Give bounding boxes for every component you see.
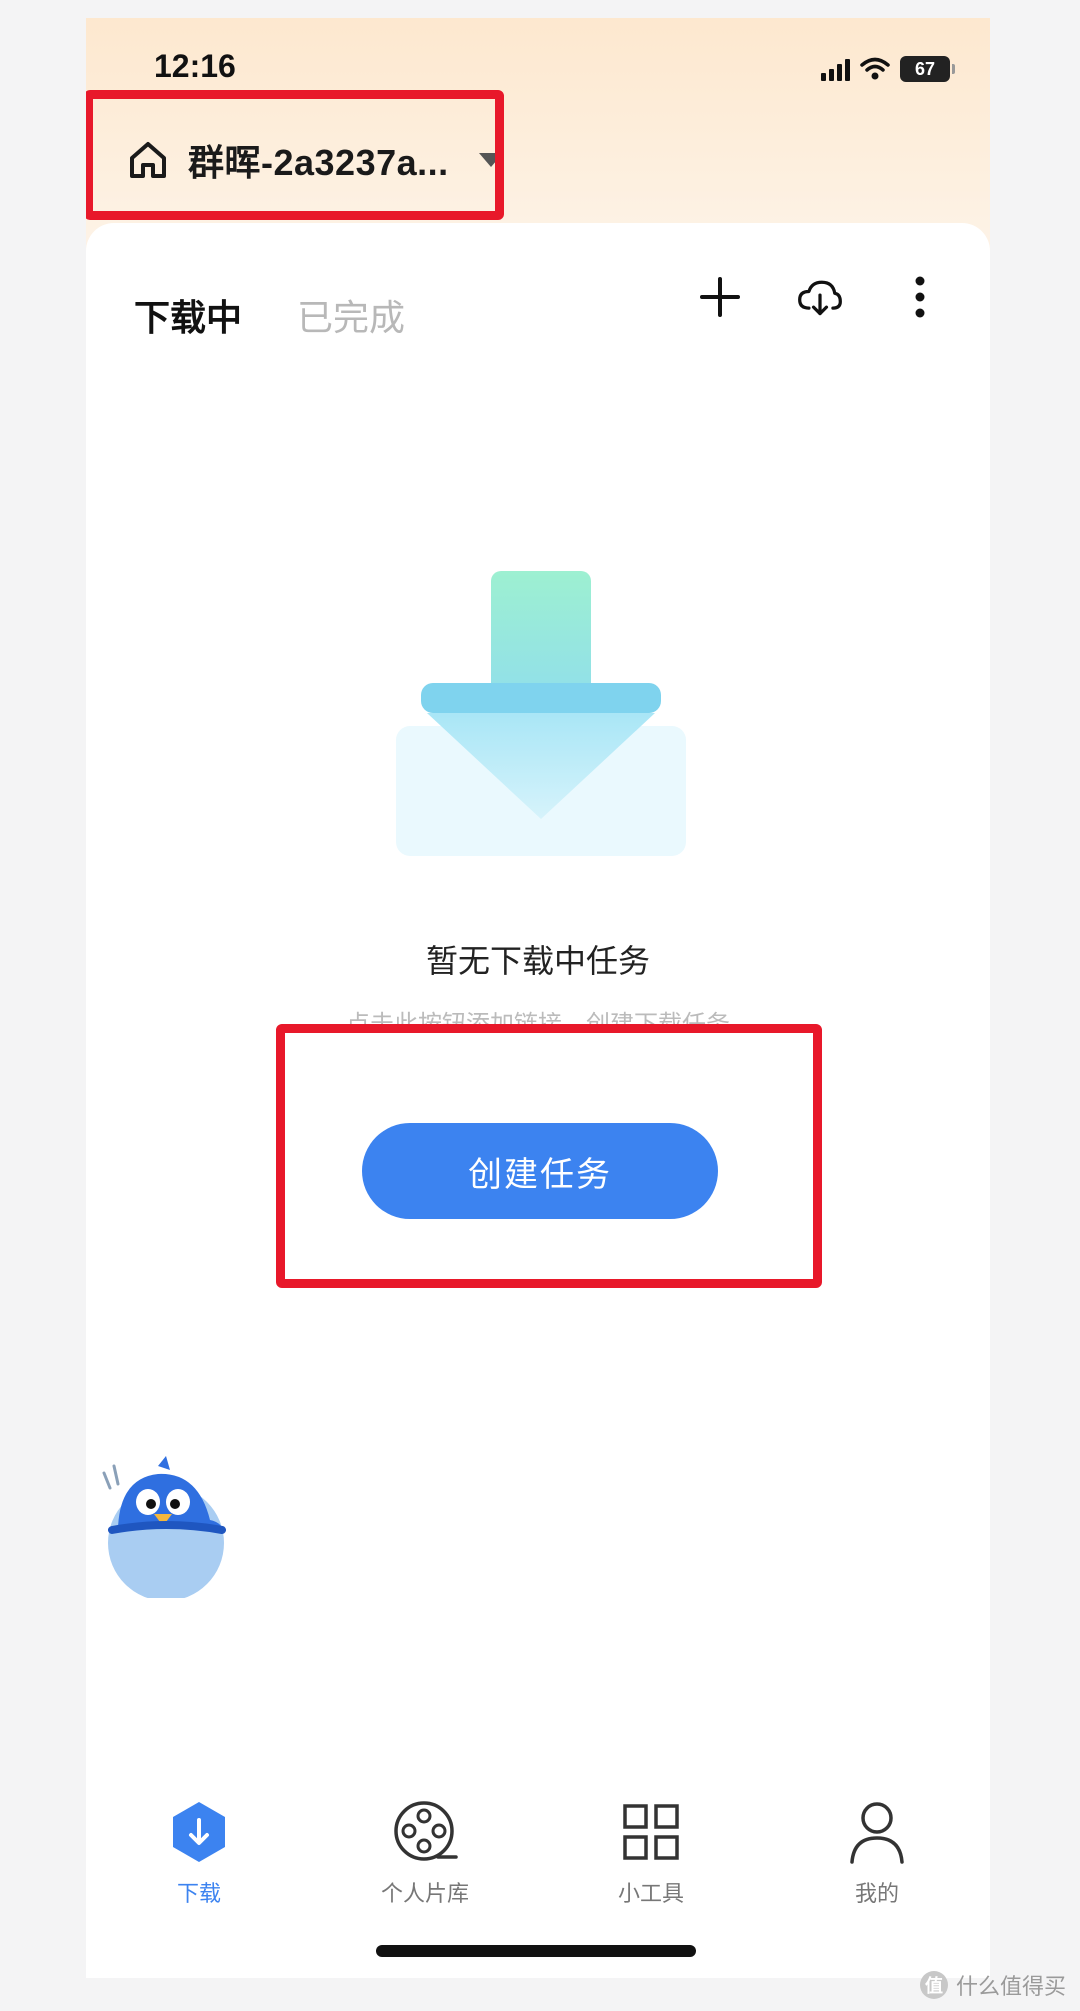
watermark-text: 什么值得买	[955, 1975, 1066, 2000]
status-icons: 67	[821, 56, 955, 82]
nav-item-library[interactable]: 个人片库	[325, 1798, 525, 1908]
cloud-download-icon	[798, 280, 842, 316]
wifi-icon	[860, 57, 890, 80]
toolbar	[696, 273, 944, 321]
nav-label-tools: 小工具	[617, 1882, 684, 1907]
nav-label-me: 我的	[854, 1882, 899, 1907]
bird-mascot-icon[interactable]	[96, 1448, 236, 1598]
bottom-navigation: 下载 个人片库 小工具 我的	[86, 1798, 990, 1938]
person-icon	[843, 1798, 911, 1866]
watermark: 值 什么值得买	[919, 1969, 1066, 2001]
annotation-highlight-device	[86, 90, 504, 220]
empty-state-hint: 点击此按钮添加链接，创建下载任务	[346, 1010, 730, 1025]
status-time: 12:16	[154, 48, 236, 84]
nav-item-tools[interactable]: 小工具	[551, 1798, 751, 1908]
nav-item-me[interactable]: 我的	[777, 1798, 977, 1908]
more-vertical-icon	[915, 276, 925, 318]
tab-completed[interactable]: 已完成	[297, 289, 405, 341]
film-reel-icon	[391, 1798, 459, 1866]
annotation-highlight-create	[276, 1024, 822, 1288]
nav-label-download: 下载	[176, 1882, 221, 1907]
nav-item-download[interactable]: 下载	[99, 1798, 299, 1908]
plus-icon	[700, 277, 740, 317]
watermark-logo: 值	[919, 1971, 948, 1999]
nav-label-library: 个人片库	[380, 1882, 469, 1907]
more-options-button[interactable]	[896, 273, 944, 321]
phone-screen: 12:16 67 群晖-2a3237a... 下载中 已完成 暂无下载中任务 点…	[86, 18, 990, 1978]
cloud-download-button[interactable]	[796, 273, 844, 321]
battery-icon: 67	[900, 56, 955, 82]
add-task-button[interactable]	[696, 273, 744, 321]
grid-icon	[617, 1798, 685, 1866]
download-hexagon-icon	[165, 1798, 233, 1866]
tab-downloading[interactable]: 下载中	[134, 289, 242, 341]
cellular-signal-icon	[821, 57, 850, 81]
home-indicator[interactable]	[376, 1945, 696, 1957]
empty-state-title: 暂无下载中任务	[425, 942, 650, 980]
empty-download-illustration	[396, 571, 686, 856]
download-tabs: 下载中 已完成	[134, 289, 405, 341]
